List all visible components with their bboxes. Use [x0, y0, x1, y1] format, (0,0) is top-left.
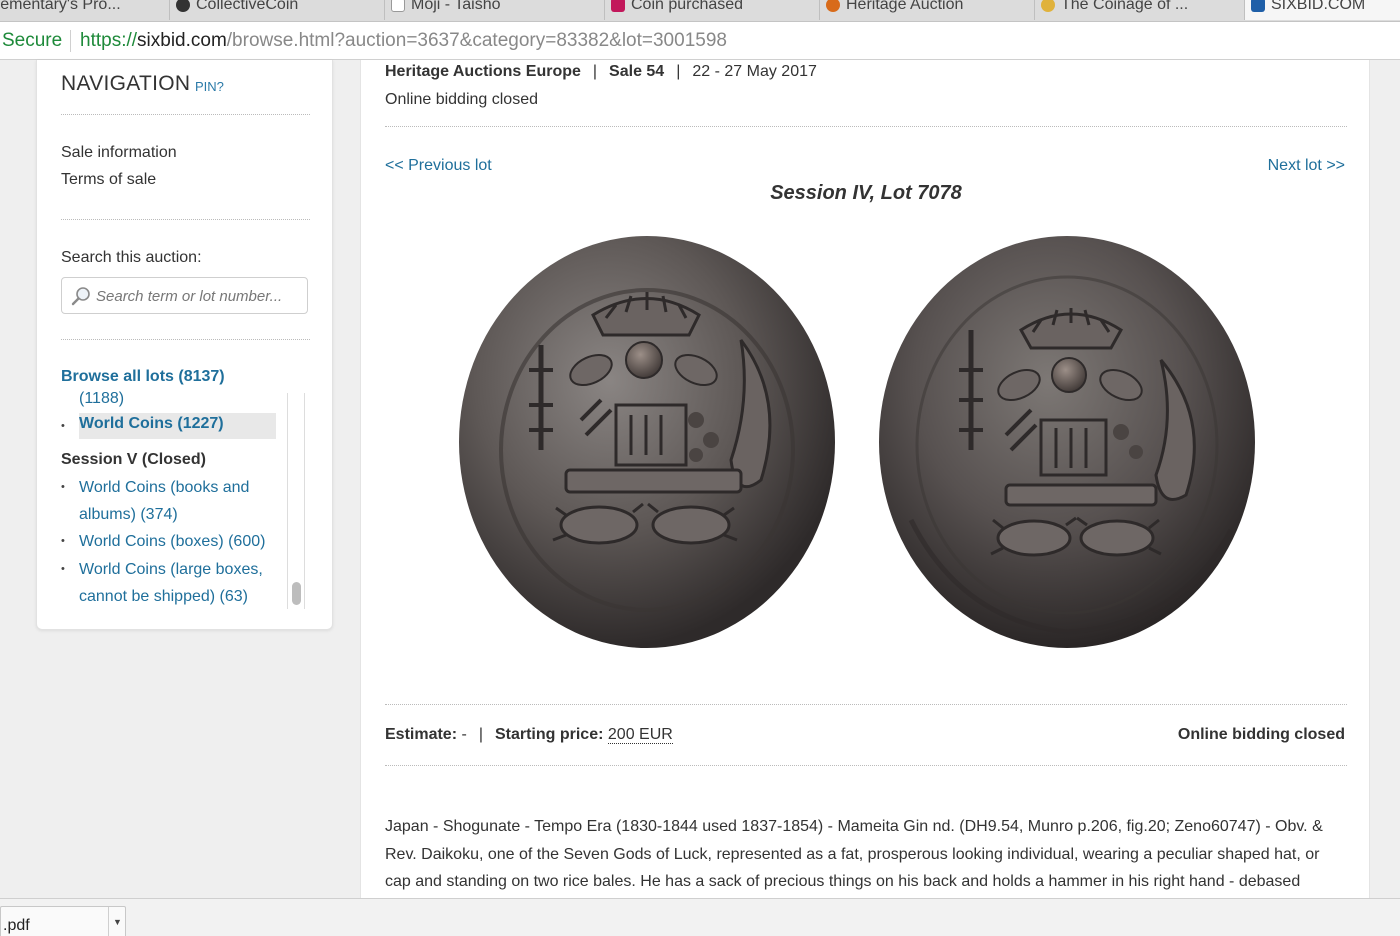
starting-price-value[interactable]: 200 EUR: [607, 726, 673, 744]
divider: [61, 114, 310, 115]
lot-description: Japan - Shogunate - Tempo Era (1830-1844…: [385, 818, 1323, 890]
browser-tab-3[interactable]: Moji - Taisho: [385, 0, 605, 20]
session-heading: Session V (Closed): [61, 451, 206, 468]
terms-of-sale-link[interactable]: Terms of sale: [61, 171, 156, 189]
url-path: /browse.html?auction=3637&category=83382…: [226, 30, 727, 51]
coin-reverse: [879, 236, 1255, 648]
navigation-sidebar: NAVIGATION PIN? Sale information Terms o…: [36, 60, 333, 630]
url-scheme: https://: [80, 30, 138, 51]
search-label: Search this auction:: [61, 249, 202, 266]
caret-down-icon[interactable]: ▼: [108, 907, 126, 936]
category-item-label: World Coins (books and: [79, 479, 250, 496]
divider: [385, 126, 1347, 127]
separator: |: [676, 63, 681, 80]
search-icon: [71, 287, 90, 306]
estimate-row: Estimate: - | Starting price: 200 EUR: [385, 726, 673, 744]
divider: [385, 765, 1347, 766]
estimate-value: -: [461, 726, 467, 743]
lot-detail-panel: Heritage Auctions Europe | Sale 54 | 22 - 27…: [360, 60, 1370, 900]
search-box[interactable]: [61, 277, 308, 314]
browser-tab-strip: Elementary's Pro... CollectiveCoin Moji …: [0, 0, 1400, 22]
document-icon: [391, 0, 405, 12]
tab-favicon-icon: [826, 0, 840, 12]
bullet-icon: •: [61, 535, 65, 547]
estimate-label: Estimate:: [385, 726, 458, 743]
pin-link[interactable]: PIN?: [195, 79, 224, 94]
category-item-label: World Coins (large boxes,: [79, 561, 263, 578]
divider: [385, 704, 1347, 705]
tab-favicon-icon: [1251, 0, 1265, 12]
browse-all-lots-link[interactable]: Browse all lots (8137): [61, 368, 225, 386]
sale-dates: 22 - 27 May 2017: [692, 63, 817, 80]
auction-status: Online bidding closed: [385, 91, 538, 108]
browser-tab-active[interactable]: SIXBID.COM: [1245, 0, 1400, 20]
auction-house: Heritage Auctions Europe: [385, 63, 581, 80]
url-text[interactable]: https://sixbid.com/browse.html?auction=3…: [80, 30, 727, 52]
tab-favicon-icon: [1041, 0, 1055, 12]
scrollbar-thumb[interactable]: [292, 582, 301, 605]
bidding-status: Online bidding closed: [1177, 726, 1345, 743]
category-item-label: albums) (374): [79, 506, 178, 523]
address-divider: [70, 30, 71, 52]
divider: [61, 219, 310, 220]
sale-number: Sale 54: [609, 63, 665, 80]
bullet-icon: •: [61, 481, 65, 493]
auction-header: Heritage Auctions Europe | Sale 54 | 22 - 27…: [385, 63, 817, 81]
tab-favicon-icon: [611, 0, 625, 12]
previous-lot-link[interactable]: << Previous lot: [385, 157, 492, 175]
next-lot-link[interactable]: Next lot >>: [1268, 157, 1345, 175]
sale-information-link[interactable]: Sale information: [61, 144, 177, 162]
separator: |: [478, 726, 483, 743]
navigation-title: NAVIGATION: [61, 72, 191, 95]
browser-tab-1[interactable]: Elementary's Pro...: [0, 0, 170, 20]
search-input[interactable]: [96, 284, 301, 308]
active-category-link[interactable]: World Coins (1227): [79, 415, 224, 433]
divider: [61, 339, 310, 340]
category-item-label: cannot be shipped) (63): [79, 588, 248, 605]
category-scrollbar[interactable]: [287, 393, 305, 609]
category-count-link[interactable]: (1188): [79, 390, 124, 408]
separator: |: [592, 63, 598, 80]
browser-tab-4[interactable]: Coin purchased: [605, 0, 820, 20]
coin-obverse: [459, 236, 835, 648]
address-bar[interactable]: Secure https://sixbid.com/browse.html?au…: [0, 22, 1400, 60]
category-item-label: World Coins (boxes) (600): [79, 533, 266, 550]
download-bar: .pdf ▼: [0, 898, 1400, 936]
bullet-icon: •: [61, 563, 65, 575]
url-host: sixbid.com: [137, 30, 227, 51]
browser-tab-5[interactable]: Heritage Auction: [820, 0, 1035, 20]
browser-tab-2[interactable]: CollectiveCoin: [170, 0, 385, 20]
secure-label[interactable]: Secure: [2, 30, 62, 52]
tab-favicon-icon: [176, 0, 190, 12]
browser-tab-6[interactable]: The Coinage of ...: [1035, 0, 1245, 20]
starting-price-label: Starting price:: [494, 726, 604, 743]
coin-photo[interactable]: [441, 220, 1301, 660]
bullet-icon: •: [61, 420, 65, 432]
lot-title: Session IV, Lot 7078: [770, 182, 962, 204]
download-item[interactable]: .pdf ▼: [0, 906, 126, 936]
download-filename: .pdf: [3, 917, 30, 934]
